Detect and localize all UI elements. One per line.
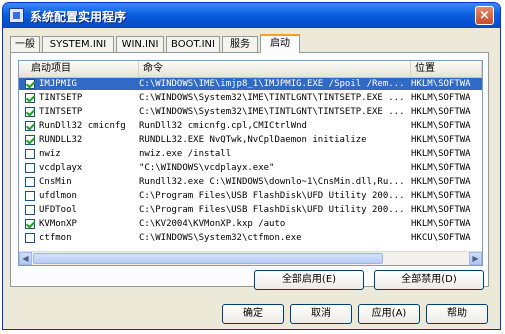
startup-item-name: CnsMin (39, 177, 72, 187)
startup-location: HKLM\SOFTWA (411, 163, 471, 173)
startup-location: HKLM\SOFTWA (411, 149, 471, 159)
startup-location: HKLM\SOFTWA (411, 219, 471, 229)
startup-item-name: TINTSETP (39, 93, 83, 103)
startup-item-name: IMJPMIG (39, 79, 77, 89)
startup-location: HKLM\SOFTWA (411, 135, 471, 145)
startup-command: RunDll32 cmicnfg.cpl,CMICtrlWnd (139, 121, 307, 131)
tab-win-ini[interactable]: WIN.INI (116, 36, 164, 52)
tab-general[interactable]: 一般 (10, 36, 40, 52)
startup-item-name: vcdplayx (39, 163, 83, 173)
startup-checkbox[interactable] (25, 79, 35, 89)
startup-command: C:\WINDOWS\System32\ctfmon.exe (139, 233, 302, 243)
cancel-button[interactable]: 取消 (290, 304, 352, 324)
startup-location: HKLM\SOFTWA (411, 121, 471, 131)
startup-checkbox[interactable] (25, 135, 35, 145)
startup-command: RUNDLL32.EXE NvQTwk,NvCplDaemon initiali… (139, 135, 367, 145)
scroll-thumb[interactable] (33, 253, 383, 264)
startup-command: C:\Program Files\USB FlashDisk\UFD Utili… (139, 191, 405, 201)
startup-command: "C:\WINDOWS\vcdplayx.exe" (139, 163, 275, 173)
startup-item-name: KVMonXP (39, 219, 77, 229)
list-item[interactable]: IMJPMIG C:\WINDOWS\IME\imjp8_1\IMJPMIG.EX… (19, 78, 482, 90)
app-icon (9, 8, 24, 23)
disable-all-button[interactable]: 全部禁用(D) (374, 270, 484, 290)
tab-services[interactable]: 服务 (222, 36, 258, 52)
startup-checkbox[interactable] (25, 233, 35, 243)
startup-checkbox[interactable] (25, 177, 35, 187)
enable-all-button[interactable]: 全部启用(E) (254, 270, 364, 290)
startup-command: Rundll32.exe C:\WINDOWS\downlo~1\CnsMin.… (139, 177, 405, 187)
startup-location: HKLM\SOFTWA (411, 177, 471, 187)
startup-item-name: RUNDLL32 (39, 135, 83, 145)
tab-system-ini[interactable]: SYSTEM.INI (42, 36, 114, 52)
startup-item-name: ufdlmon (39, 191, 77, 201)
startup-location: HKCU\SOFTWA (411, 233, 471, 243)
list-item[interactable]: UFDTool C:\Program Files\USB FlashDisk\UF… (19, 204, 482, 216)
title-bar[interactable]: 系统配置实用程序 × (3, 3, 500, 28)
startup-command: C:\WINDOWS\IME\imjp8_1\IMJPMIG.EXE /Spoi… (139, 79, 405, 89)
startup-location: HKLM\SOFTWA (411, 205, 471, 215)
startup-item-name: RunDll32 cmicnfg (39, 121, 126, 131)
list-item[interactable]: RUNDLL32 RUNDLL32.EXE NvQTwk,NvCplDaemon … (19, 134, 482, 146)
startup-item-name: ctfmon (39, 233, 72, 243)
horizontal-scrollbar[interactable]: ◀ ▶ (19, 251, 482, 265)
startup-location: HKLM\SOFTWA (411, 93, 471, 103)
startup-checkbox[interactable] (25, 163, 35, 173)
startup-command: C:\Program Files\USB FlashDisk\UFD Utili… (139, 205, 405, 215)
startup-location: HKLM\SOFTWA (411, 79, 471, 89)
scroll-right-icon[interactable]: ▶ (469, 252, 482, 265)
column-header-command[interactable]: 命令 (139, 61, 411, 77)
startup-checkbox[interactable] (25, 121, 35, 131)
tab-boot-ini[interactable]: BOOT.INI (166, 36, 220, 52)
list-item[interactable]: ufdlmon C:\Program Files\USB FlashDisk\UF… (19, 190, 482, 202)
startup-command: C:\KV2004\KVMonXP.kxp /auto (139, 219, 286, 229)
startup-checkbox[interactable] (25, 93, 35, 103)
startup-location: HKLM\SOFTWA (411, 107, 471, 117)
list-item[interactable]: nwiz nwiz.exe /install HKLM\SOFTWA (19, 148, 482, 160)
startup-checkbox[interactable] (25, 107, 35, 117)
startup-checkbox[interactable] (25, 191, 35, 201)
list-item[interactable]: TINTSETP C:\WINDOWS\System32\IME\TINTLGNT… (19, 92, 482, 104)
column-header-location[interactable]: 位置 (411, 61, 482, 77)
list-item[interactable]: vcdplayx "C:\WINDOWS\vcdplayx.exe" HKLM\SO… (19, 162, 482, 174)
window-title: 系统配置实用程序 (30, 10, 127, 24)
startup-checkbox[interactable] (25, 219, 35, 229)
startup-command: C:\WINDOWS\System32\IME\TINTLGNT\TINTSET… (139, 107, 405, 117)
startup-item-name: UFDTool (39, 205, 77, 215)
startup-checkbox[interactable] (25, 205, 35, 215)
startup-item-name: TINTSETP (39, 107, 83, 117)
startup-location: HKLM\SOFTWA (411, 191, 471, 201)
scroll-left-icon[interactable]: ◀ (19, 252, 32, 265)
apply-button[interactable]: 应用(A) (358, 304, 420, 324)
list-item[interactable]: RunDll32 cmicnfg RunDll32 cmicnfg.cpl,CMI… (19, 120, 482, 132)
help-button[interactable]: 帮助 (426, 304, 488, 324)
list-item[interactable]: CnsMin Rundll32.exe C:\WINDOWS\downlo~1\C… (19, 176, 482, 188)
startup-item-name: nwiz (39, 149, 61, 159)
tab-startup[interactable]: 启动 (260, 34, 300, 53)
list-header: 启动项目 命令 位置 (19, 61, 482, 78)
list-item[interactable]: KVMonXP C:\KV2004\KVMonXP.kxp /auto HKLM\S… (19, 218, 482, 230)
column-header-item[interactable]: 启动项目 (19, 61, 139, 77)
startup-checkbox[interactable] (25, 149, 35, 159)
ok-button[interactable]: 确定 (222, 304, 284, 324)
startup-list[interactable]: 启动项目 命令 位置 IMJPMIG C:\WINDOWS\IME\imjp8_1… (18, 60, 483, 266)
close-button[interactable]: × (475, 6, 494, 25)
list-item[interactable]: TINTSETP C:\WINDOWS\System32\IME\TINTLGNT… (19, 106, 482, 118)
list-item[interactable]: ctfmon C:\WINDOWS\System32\ctfmon.exe HKCU… (19, 232, 482, 244)
startup-command: C:\WINDOWS\System32\IME\TINTLGNT\TINTSET… (139, 93, 405, 103)
startup-command: nwiz.exe /install (139, 149, 232, 159)
